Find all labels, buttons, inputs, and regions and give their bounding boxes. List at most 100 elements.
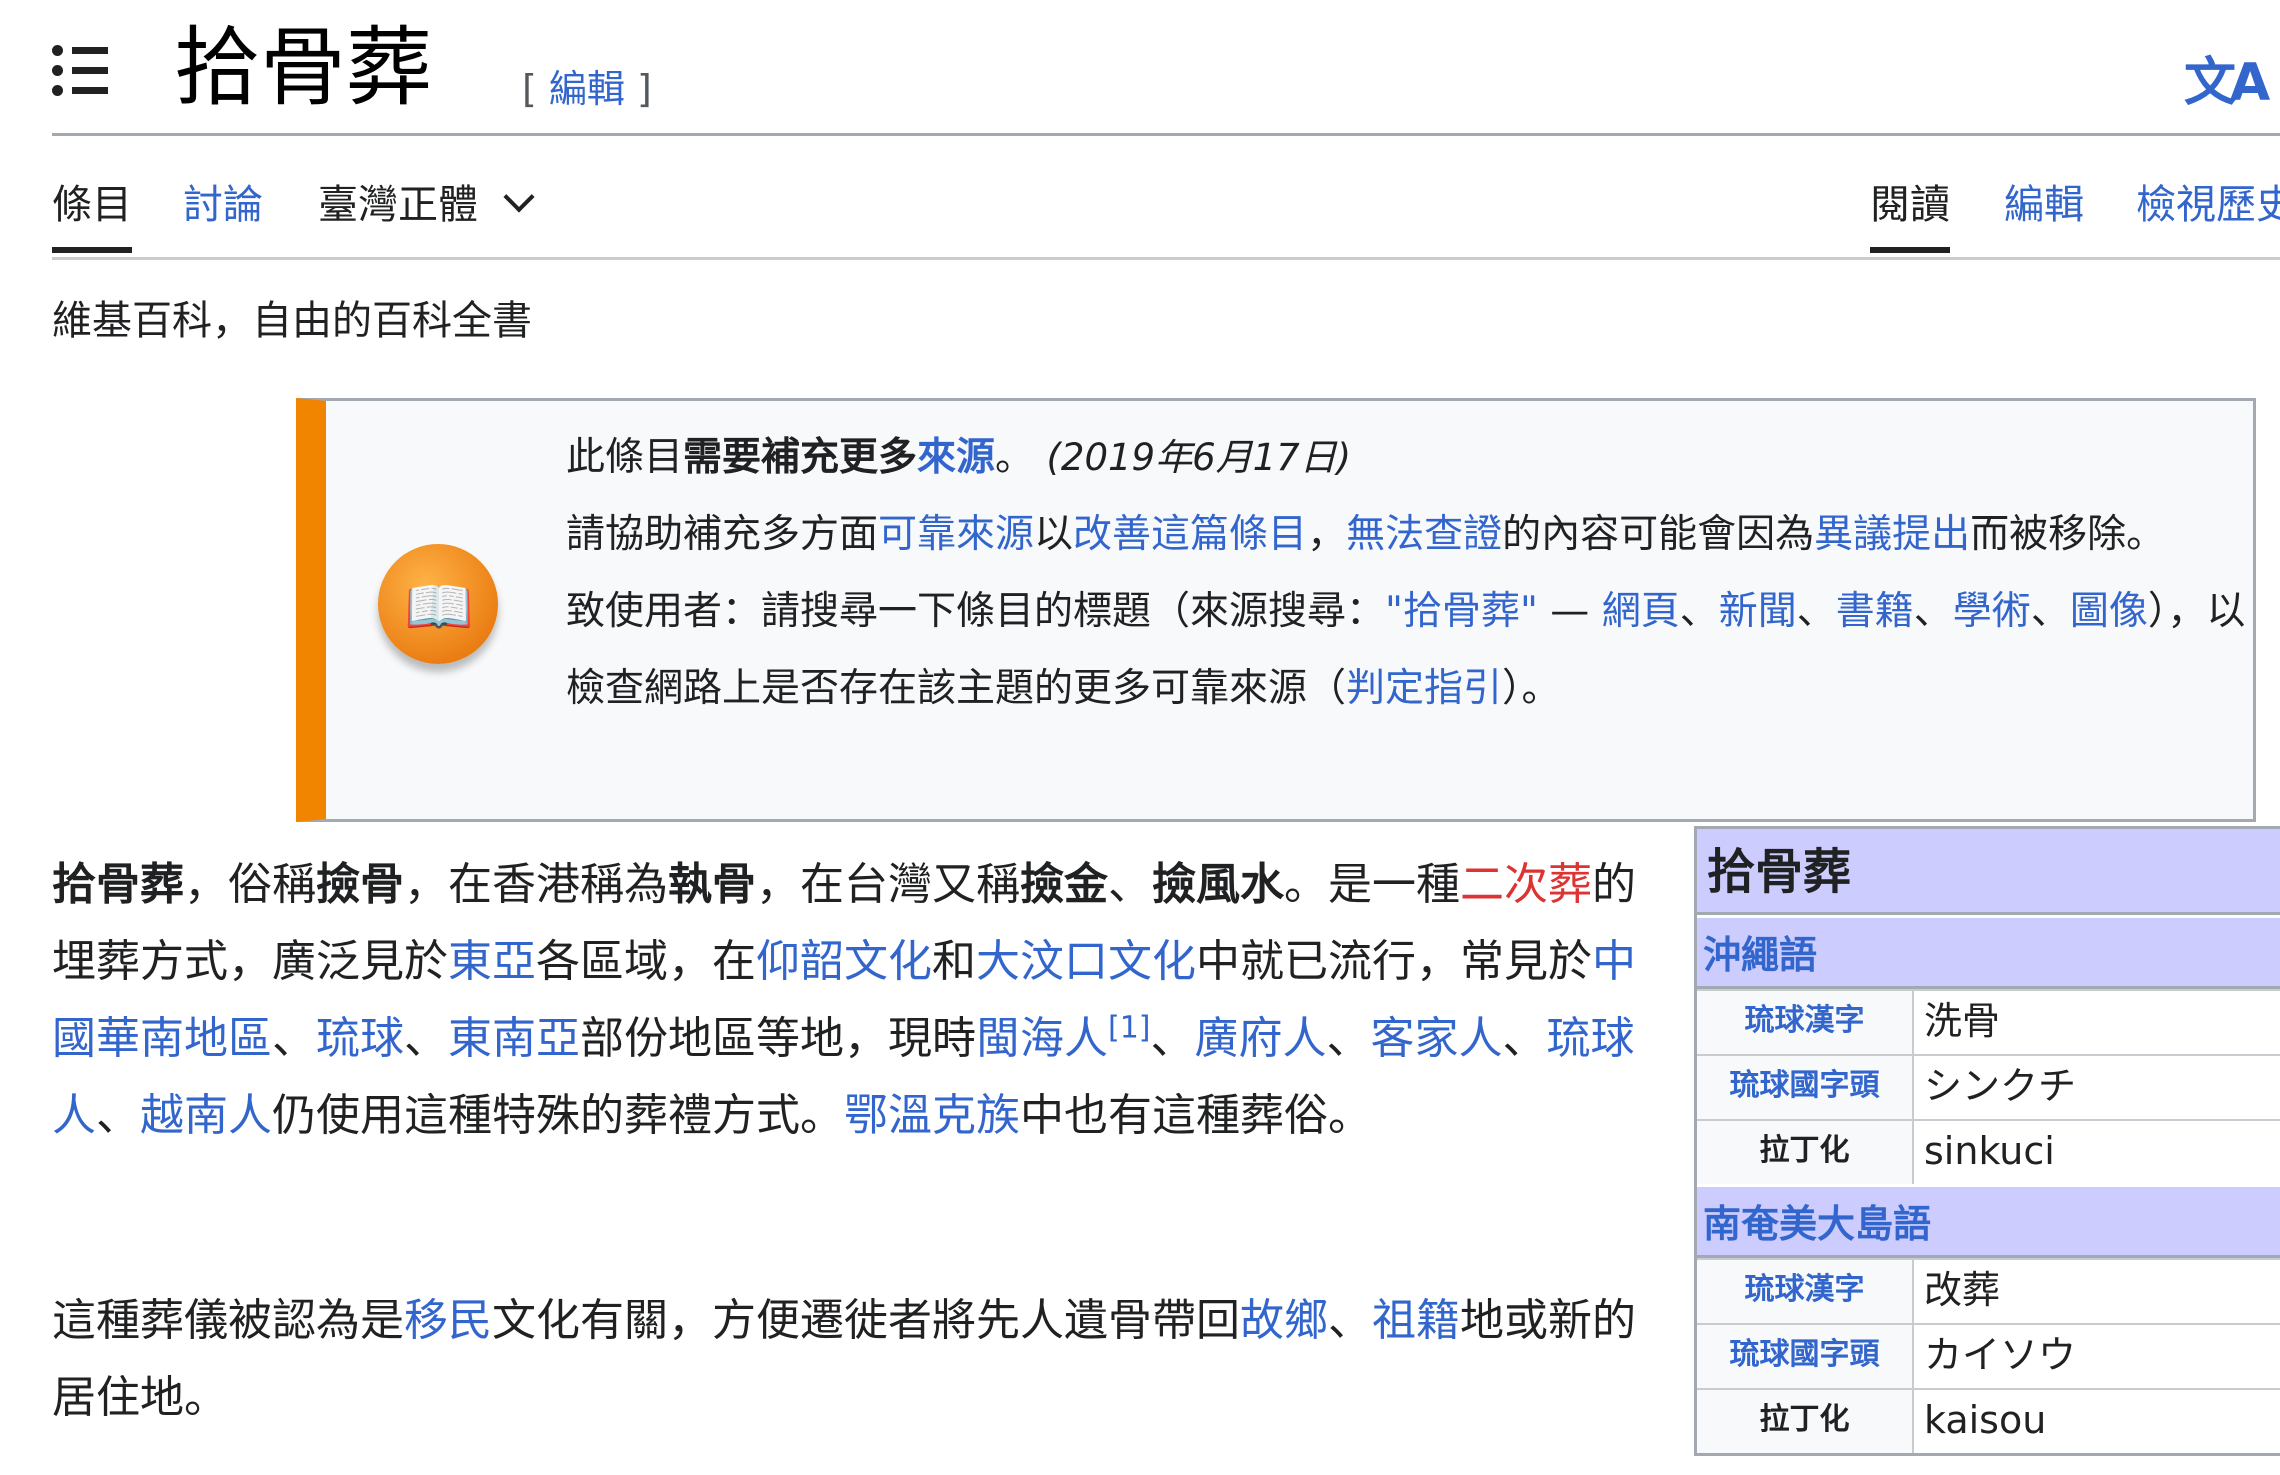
article-link[interactable]: 祖籍 (1372, 1295, 1460, 1346)
notice-text-part: 而被移除。 (1970, 512, 2166, 557)
text: 各區域，在 (536, 936, 756, 987)
search-scholar-link[interactable]: 學術 (1953, 589, 2031, 634)
tab-history[interactable]: 檢視歷史 (2136, 175, 2280, 235)
title-edit-section: [ 編輯 ] (522, 58, 652, 113)
infobox-row: 琉球國字頭 カイソウ (1697, 1323, 2280, 1388)
text: 、 (1328, 1295, 1372, 1346)
article-link[interactable]: 琉球 (316, 1013, 404, 1064)
text: ，在香港稱為 (404, 859, 668, 910)
title-edit-link[interactable]: 編輯 (549, 67, 625, 111)
infobox-row: 琉球國字頭 シンクチ (1697, 1054, 2280, 1119)
infobox-section-amami[interactable]: 南奄美大島語 (1697, 1184, 2280, 1258)
infobox-section-okinawan[interactable]: 沖繩語 (1697, 915, 2280, 989)
text: ，在台灣又稱 (756, 859, 1020, 910)
notice-bold-text: 需要補充更多 (683, 435, 918, 480)
notice-text-part: 致使用者：請搜尋一下條目的標題（來源搜尋： (566, 589, 1386, 634)
notice-text-part: 請協助補充多方面 (566, 512, 879, 557)
infobox: 拾骨葬 沖繩語 琉球漢字 洗骨 琉球國字頭 シンクチ 拉丁化 sinkuci 南… (1694, 826, 2280, 1456)
infobox-row: 琉球漢字 洗骨 (1697, 989, 2280, 1054)
infobox-row: 拉丁化 sinkuci (1697, 1119, 2280, 1184)
text: 、 (1502, 1013, 1547, 1064)
variant-dropdown[interactable]: 臺灣正體 (318, 175, 535, 235)
article-link[interactable]: 仰韶文化 (756, 936, 932, 987)
text: 中就已流行，常見於 (1196, 936, 1592, 987)
redlink[interactable]: 二次葬 (1460, 859, 1592, 910)
article-link[interactable]: 故鄉 (1240, 1295, 1328, 1346)
page-header: 拾骨葬 [ 編輯 ] 文A (52, 0, 2280, 136)
site-tagline: 維基百科，自由的百科全書 (52, 298, 532, 344)
notice-text-part: 以 (1034, 512, 1074, 557)
infobox-key-link[interactable]: 琉球漢字 (1697, 991, 1914, 1054)
article-link[interactable]: 東亞 (448, 936, 536, 987)
text: 這種葬儀被認為是 (52, 1295, 404, 1346)
notice-line-1: 此條目需要補充更多來源。 (2019年6月17日) (566, 419, 2246, 496)
separator: 、 (1796, 589, 1836, 634)
tab-article[interactable]: 條目 (52, 175, 132, 253)
bold-term: 拾骨葬 (52, 859, 184, 910)
citation-link[interactable]: [1] (1108, 1010, 1151, 1045)
search-books-link[interactable]: 書籍 (1836, 589, 1914, 634)
notice-text-part: 此條目 (566, 435, 684, 480)
guideline-link[interactable]: 判定指引 (1346, 666, 1502, 711)
tab-read[interactable]: 閱讀 (1870, 175, 1950, 253)
infobox-value: 洗骨 (1914, 991, 2280, 1054)
article-link[interactable]: 大汶口文化 (976, 936, 1196, 987)
notice-text-part: ， (1307, 512, 1347, 557)
infobox-row: 琉球漢字 改葬 (1697, 1258, 2280, 1323)
bold-term: 撿金 (1020, 859, 1108, 910)
article-link[interactable]: 鄂溫克族 (844, 1090, 1020, 1141)
notice-line-2: 請協助補充多方面可靠來源以改善這篇條目，無法查證的內容可能會因為異議提出而被移除… (566, 496, 2246, 573)
main-menu-icon[interactable] (52, 45, 108, 96)
infobox-key-link[interactable]: 琉球國字頭 (1697, 1325, 1914, 1388)
notice-text: 此條目需要補充更多來源。 (2019年6月17日) 請協助補充多方面可靠來源以改… (566, 419, 2246, 727)
infobox-key: 拉丁化 (1697, 1121, 1914, 1184)
infobox-value: sinkuci (1914, 1121, 2280, 1184)
language-icon[interactable]: 文A (2184, 40, 2270, 115)
separator: 、 (1913, 589, 1953, 634)
verifiability-link[interactable]: 無法查證 (1346, 512, 1502, 557)
search-images-link[interactable]: 圖像 (2070, 589, 2148, 634)
variant-label: 臺灣正體 (318, 182, 478, 228)
infobox-row: 拉丁化 kaisou (1697, 1388, 2280, 1453)
search-web-link[interactable]: 網頁 (1602, 589, 1680, 634)
search-news-link[interactable]: 新聞 (1719, 589, 1797, 634)
notice-date: (2019年6月17日) (1046, 436, 1352, 479)
book-question-icon: 📖 (378, 544, 498, 664)
infobox-value: 改葬 (1914, 1260, 2280, 1323)
page-tabs: 條目 討論 臺灣正體 閱讀 編輯 檢視歷史 (52, 133, 2280, 260)
article-link[interactable]: 越南人 (140, 1090, 272, 1141)
reliable-sources-link[interactable]: 可靠來源 (878, 512, 1034, 557)
search-term-link[interactable]: "拾骨葬" (1385, 589, 1538, 634)
chevron-down-icon (503, 181, 535, 213)
edit-bracket-close: ] (624, 67, 652, 111)
article-paragraph-1: 拾骨葬，俗稱撿骨，在香港稱為執骨，在台灣又稱撿金、撿風水。是一種二次葬的埋葬方式… (52, 846, 1652, 1154)
improve-article-link[interactable]: 改善這篇條目 (1073, 512, 1307, 557)
notice-line-3: 致使用者：請搜尋一下條目的標題（來源搜尋："拾骨葬" — 網頁、新聞、書籍、學術… (566, 573, 2246, 727)
infobox-key: 拉丁化 (1697, 1390, 1914, 1453)
article-link[interactable]: 客家人 (1371, 1013, 1503, 1064)
text: 和 (932, 936, 976, 987)
article-link[interactable]: 閩海人 (976, 1013, 1108, 1064)
text: 。是一種 (1284, 859, 1460, 910)
tab-edit[interactable]: 編輯 (2004, 175, 2084, 235)
text: ，俗稱 (184, 859, 316, 910)
article-link[interactable]: 東南亞 (448, 1013, 580, 1064)
text: 、 (1150, 1013, 1195, 1064)
infobox-value: kaisou (1914, 1390, 2280, 1453)
infobox-value: シンクチ (1914, 1056, 2280, 1119)
page-title: 拾骨葬 (174, 18, 432, 118)
bold-term: 執骨 (668, 859, 756, 910)
article-link[interactable]: 移民 (404, 1295, 492, 1346)
infobox-key-link[interactable]: 琉球漢字 (1697, 1260, 1914, 1323)
infobox-key-link[interactable]: 琉球國字頭 (1697, 1056, 1914, 1119)
text: 、 (1108, 859, 1152, 910)
sources-link[interactable]: 來源 (917, 435, 995, 480)
infobox-value: カイソウ (1914, 1325, 2280, 1388)
challenged-link[interactable]: 異議提出 (1814, 512, 1970, 557)
text: 、 (1326, 1013, 1371, 1064)
text: 、 (96, 1090, 140, 1141)
notice-text-part: — (1537, 589, 1602, 634)
tab-talk[interactable]: 討論 (183, 175, 263, 235)
text: 仍使用這種特殊的葬禮方式。 (272, 1090, 844, 1141)
article-link[interactable]: 廣府人 (1195, 1013, 1327, 1064)
